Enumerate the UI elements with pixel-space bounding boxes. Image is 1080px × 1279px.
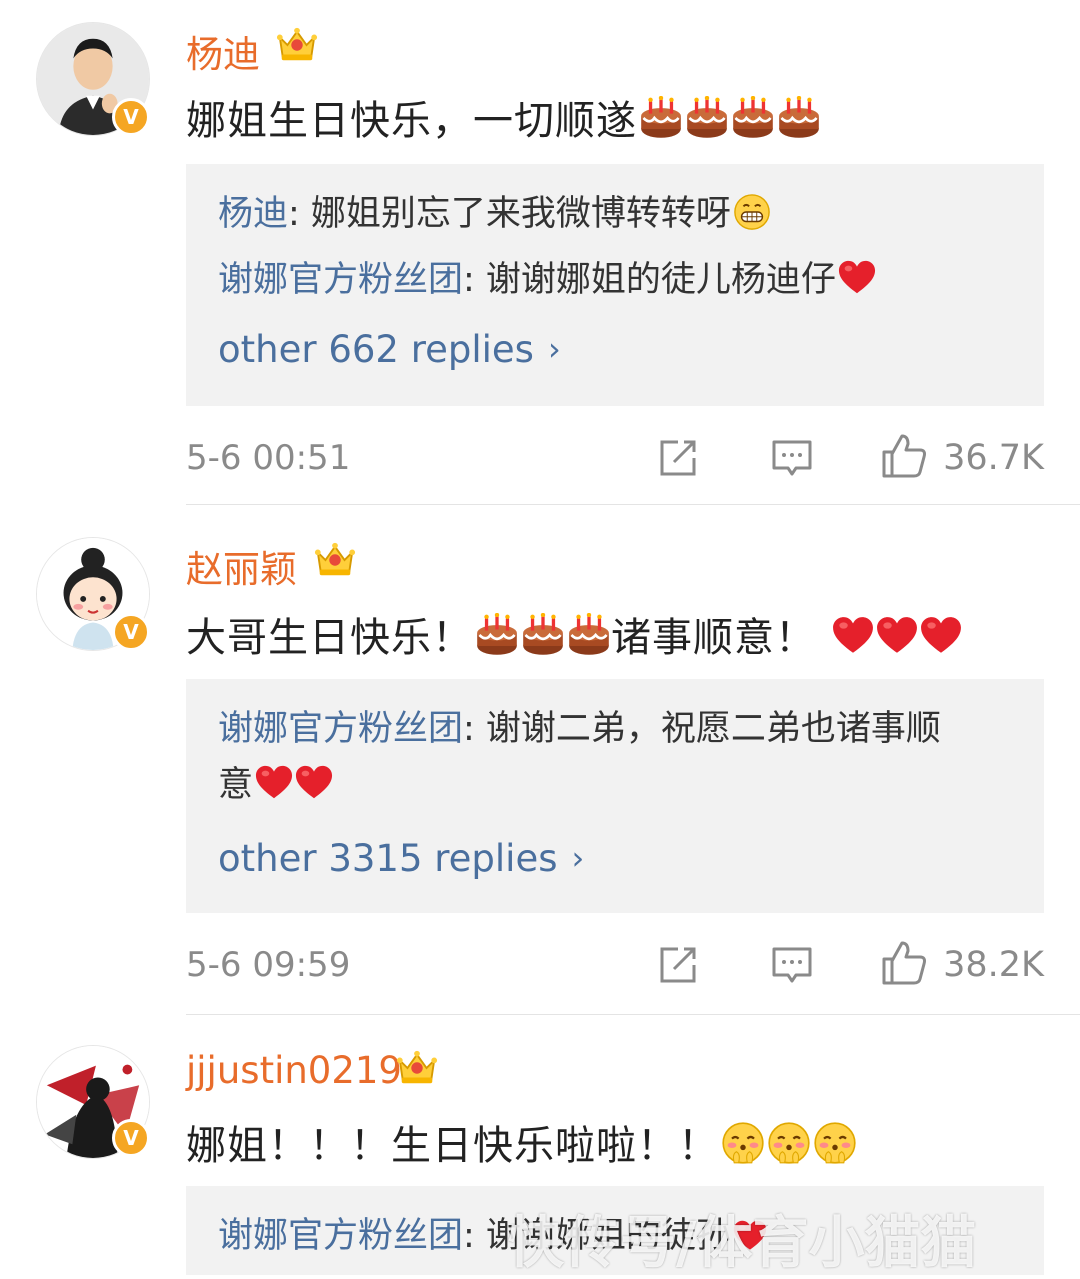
more-replies-link[interactable]: other 3315 replies ›	[218, 837, 584, 880]
heart-emoji	[838, 259, 876, 297]
more-replies-link[interactable]: other 662 replies ›	[218, 328, 561, 371]
blush-emoji	[767, 1121, 811, 1165]
comment-icon[interactable]	[770, 436, 814, 480]
cake-emoji	[567, 613, 611, 657]
blush-emoji	[721, 1121, 765, 1165]
verified-badge-icon: V	[112, 98, 150, 136]
chevron-right-icon: ›	[547, 330, 561, 368]
username[interactable]: 杨迪	[186, 24, 260, 78]
reply-box[interactable]: 杨迪: 娜姐别忘了来我微博转转呀 谢娜官方粉丝团: 谢谢娜姐的徒儿杨迪仔 oth…	[186, 164, 1044, 406]
comment-icon[interactable]	[770, 943, 814, 987]
timestamp: 5-6 00:51	[186, 438, 351, 478]
grin-emoji	[733, 193, 771, 231]
cake-emoji	[685, 96, 729, 140]
like-icon[interactable]	[880, 939, 928, 987]
heart-emoji	[920, 615, 962, 657]
crown-vip-icon	[314, 539, 356, 581]
reply-author[interactable]: 谢娜官方粉丝团	[218, 1216, 463, 1256]
heart-emoji	[876, 615, 918, 657]
username[interactable]: 赵丽颖	[186, 539, 297, 593]
comment-text: 大哥生日快乐！ 诸事顺意！	[186, 605, 962, 663]
cake-emoji	[731, 96, 775, 140]
username[interactable]: jjjustin0219	[186, 1049, 402, 1092]
comment-text: 娜姐生日快乐，一切顺遂	[186, 88, 821, 146]
reply-author[interactable]: 谢娜官方粉丝团	[218, 260, 463, 300]
reply-line: 谢娜官方粉丝团: 谢谢娜姐的徒儿杨迪仔	[218, 252, 1014, 308]
comment-text: 娜姐！！！生日快乐啦啦！！	[186, 1113, 857, 1171]
watermark: 快传号/体育小猫猫	[508, 1211, 977, 1276]
like-count: 36.7K	[943, 438, 1044, 478]
reply-line: 杨迪: 娜姐别忘了来我微博转转呀	[218, 186, 1014, 242]
cake-emoji	[777, 96, 821, 140]
timestamp: 5-6 09:59	[186, 945, 351, 985]
blush-emoji	[813, 1121, 857, 1165]
comment-item: V 杨迪 娜姐生日快乐，一切顺遂 杨迪: 娜姐别忘了来我微博转转呀 谢娜官方粉丝…	[0, 0, 1080, 505]
verified-badge-icon: V	[112, 613, 150, 651]
heart-emoji	[255, 764, 293, 802]
heart-emoji	[295, 764, 333, 802]
reply-line: 谢娜官方粉丝团: 谢谢二弟，祝愿二弟也诸事顺意	[218, 709, 941, 805]
comment-footer: 5-6 00:51 36.7K	[186, 436, 1044, 484]
share-icon[interactable]	[656, 943, 700, 987]
verified-badge-icon: V	[112, 1119, 150, 1157]
share-icon[interactable]	[656, 436, 700, 480]
reply-box[interactable]: 谢娜官方粉丝团: 谢谢二弟，祝愿二弟也诸事顺意 other 3315 repli…	[186, 679, 1044, 913]
like-icon[interactable]	[880, 432, 928, 480]
comment-footer: 5-6 09:59 38.2K	[186, 943, 1044, 991]
reply-author[interactable]: 谢娜官方粉丝团	[218, 709, 463, 749]
cake-emoji	[639, 96, 683, 140]
crown-vip-icon	[276, 24, 318, 66]
cake-emoji	[521, 613, 565, 657]
like-count: 38.2K	[943, 945, 1044, 985]
heart-emoji	[832, 615, 874, 657]
comment-item: V 赵丽颖 大哥生日快乐！ 诸事顺意！ 谢娜官方粉丝团: 谢谢二弟，祝愿二弟也诸事…	[0, 505, 1080, 1015]
reply-author[interactable]: 杨迪	[218, 194, 288, 234]
chevron-right-icon: ›	[571, 839, 585, 877]
cake-emoji	[475, 613, 519, 657]
crown-vip-icon	[396, 1047, 438, 1089]
